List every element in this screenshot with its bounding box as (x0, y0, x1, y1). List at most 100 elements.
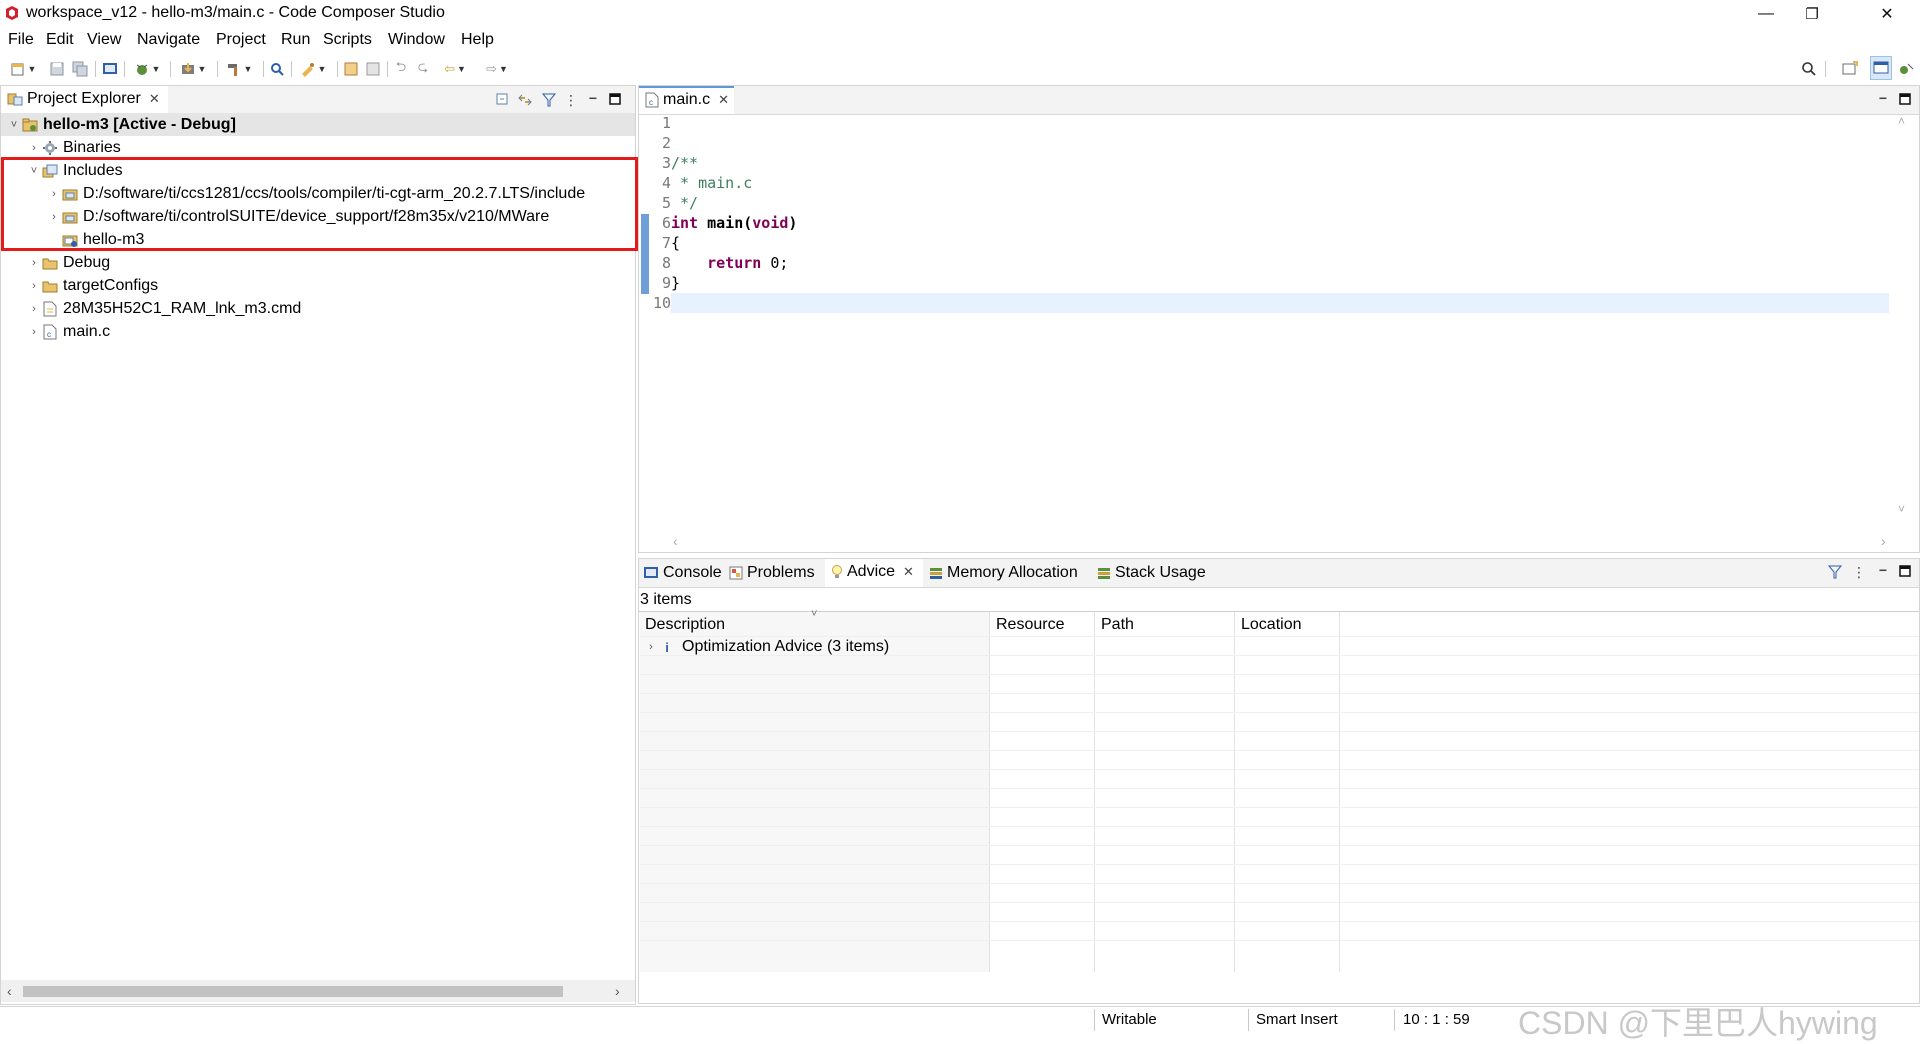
tree-item[interactable]: › D:/software/ti/controlSUITE/device_supp… (1, 205, 635, 228)
row-divider (640, 750, 1919, 751)
close-icon[interactable]: ✕ (903, 564, 914, 580)
close-icon[interactable]: ✕ (149, 91, 160, 107)
close-icon[interactable]: ✕ (718, 92, 729, 108)
search-icon[interactable] (1800, 60, 1818, 78)
code-line[interactable]: 8 return 0; (649, 253, 1889, 273)
chevron-right-icon[interactable]: › (47, 188, 61, 200)
code-line[interactable]: 6 int main(void) (649, 213, 1889, 233)
editor-horizontal-scrollbar[interactable]: ‹ › (673, 533, 1893, 551)
line-number: 2 (661, 134, 671, 152)
scroll-down-icon[interactable]: ˅ (1898, 502, 1905, 516)
open-perspective-button-icon[interactable] (1840, 60, 1860, 78)
ccs-debug-perspective-icon[interactable] (1896, 60, 1916, 78)
forward-icon[interactable]: ⇨ ▼ (480, 60, 514, 78)
chevron-right-icon[interactable]: › (27, 326, 41, 338)
code-line[interactable]: 7{ (649, 233, 1889, 253)
chevron-right-icon[interactable]: › (27, 303, 41, 315)
link-with-editor-icon[interactable] (517, 92, 533, 108)
scroll-left-icon[interactable]: ‹ (7, 983, 12, 999)
debug-icon[interactable]: ▼ (130, 60, 164, 78)
next-edit-icon[interactable]: ⮎ (414, 59, 432, 78)
search-files-icon[interactable] (268, 60, 286, 78)
chevron-down-icon[interactable]: ˅ (7, 119, 21, 131)
restore-button[interactable]: ❐ (1789, 0, 1835, 28)
status-insert-mode[interactable]: Smart Insert (1256, 1011, 1338, 1028)
tree-item[interactable]: › Binaries (1, 136, 635, 159)
back-icon[interactable]: ⇦ ▼ (438, 60, 472, 78)
scroll-right-icon[interactable]: › (615, 983, 620, 999)
flash-icon[interactable]: ▼ (176, 60, 210, 78)
new-icon[interactable]: ▼ (8, 60, 38, 78)
chevron-down-icon[interactable]: ˅ (27, 165, 41, 177)
tree-item[interactable]: › D:/software/ti/ccs1281/ccs/tools/compil… (1, 182, 635, 205)
code-line[interactable]: 9} (649, 273, 1889, 293)
toggle-mark-icon[interactable] (342, 60, 360, 78)
scroll-up-icon[interactable]: ˄ (1898, 114, 1905, 128)
code-text: int main(void) (671, 214, 798, 232)
save-icon[interactable] (48, 60, 66, 78)
table-row[interactable]: › i Optimization Advice (3 items) (640, 636, 1919, 658)
menu-run[interactable]: Run (281, 31, 310, 49)
tree-item[interactable]: › c main.c (1, 320, 635, 343)
terminal-icon[interactable] (101, 60, 119, 78)
view-menu-icon[interactable]: ⋮ (563, 92, 579, 108)
chevron-right-icon[interactable]: › (644, 641, 658, 653)
code-line[interactable]: 10 (649, 293, 1889, 313)
tab-memory-allocation[interactable]: Memory Allocation (929, 559, 1078, 587)
tree-item[interactable]: › targetConfigs (1, 274, 635, 297)
maximize-view-icon[interactable] (1897, 91, 1913, 107)
menu-scripts[interactable]: Scripts (323, 31, 372, 49)
minimize-view-icon[interactable]: − (1875, 562, 1891, 578)
scrollbar-thumb[interactable] (23, 986, 563, 997)
chevron-right-icon[interactable]: › (27, 280, 41, 292)
maximize-view-icon[interactable] (607, 91, 623, 107)
save-all-icon[interactable] (71, 60, 89, 78)
tree-item[interactable]: hello-m3 (1, 228, 635, 251)
code-line[interactable]: 2 (649, 133, 1889, 153)
scroll-left-icon[interactable]: ‹ (673, 533, 678, 549)
chevron-right-icon[interactable]: › (47, 211, 61, 223)
prev-edit-icon[interactable]: ⮌ (392, 59, 410, 78)
chevron-right-icon[interactable]: › (27, 142, 41, 154)
collapse-all-icon[interactable] (495, 92, 511, 108)
tab-console[interactable]: Console (643, 559, 722, 587)
code-line[interactable]: 1 (649, 113, 1889, 133)
menu-project[interactable]: Project (216, 31, 266, 49)
minimize-button[interactable]: — (1743, 0, 1789, 28)
tree-item-label: Debug (63, 253, 111, 271)
close-button[interactable]: ✕ (1864, 0, 1910, 28)
tree-item[interactable]: ˅ hello-m3 [Active - Debug] (1, 113, 635, 136)
menu-navigate[interactable]: Navigate (137, 31, 200, 49)
maximize-view-icon[interactable] (1897, 563, 1913, 579)
code-line[interactable]: 5 */ (649, 193, 1889, 213)
minimize-view-icon[interactable]: − (585, 90, 601, 106)
filter-icon[interactable] (1827, 564, 1843, 580)
view-menu-icon[interactable]: ⋮ (1851, 564, 1867, 580)
menu-file[interactable]: File (8, 31, 34, 49)
toggle-block-icon[interactable] (364, 60, 382, 78)
tab-project-explorer[interactable]: Project Explorer ✕ (1, 86, 168, 114)
chevron-right-icon[interactable]: › (27, 257, 41, 269)
tab-stack-usage[interactable]: Stack Usage (1097, 559, 1206, 587)
tree-item[interactable]: › Debug (1, 251, 635, 274)
code-area[interactable]: 1 2 3/** 4 * main.c 5 */6 int main(void) 7{8 r… (649, 113, 1889, 313)
tree-item[interactable]: ˅ Includes (1, 159, 635, 182)
scroll-right-icon[interactable]: › (1881, 533, 1886, 549)
minimize-view-icon[interactable]: − (1875, 90, 1891, 106)
tab-main-c[interactable]: c main.c ✕ (639, 86, 734, 114)
menu-window[interactable]: Window (388, 31, 445, 49)
filter-icon[interactable] (541, 92, 557, 108)
ccs-edit-perspective-icon[interactable] (1870, 56, 1892, 80)
tab-problems[interactable]: Problems (729, 559, 815, 587)
menu-edit[interactable]: Edit (46, 31, 74, 49)
code-line[interactable]: 4 * main.c (649, 173, 1889, 193)
editor-vertical-scrollbar[interactable]: ˄ ˅ (1893, 114, 1915, 524)
build-hammer-icon[interactable]: ▼ (222, 60, 256, 78)
open-perspective-icon[interactable]: ▼ (296, 60, 330, 78)
horizontal-scrollbar[interactable]: ‹ › (1, 980, 635, 1002)
code-line[interactable]: 3/** (649, 153, 1889, 173)
tree-item[interactable]: › 28M35H52C1_RAM_lnk_m3.cmd (1, 297, 635, 320)
menu-help[interactable]: Help (461, 31, 494, 49)
menu-view[interactable]: View (87, 31, 121, 49)
tab-advice[interactable]: Advice ✕ (825, 559, 923, 587)
